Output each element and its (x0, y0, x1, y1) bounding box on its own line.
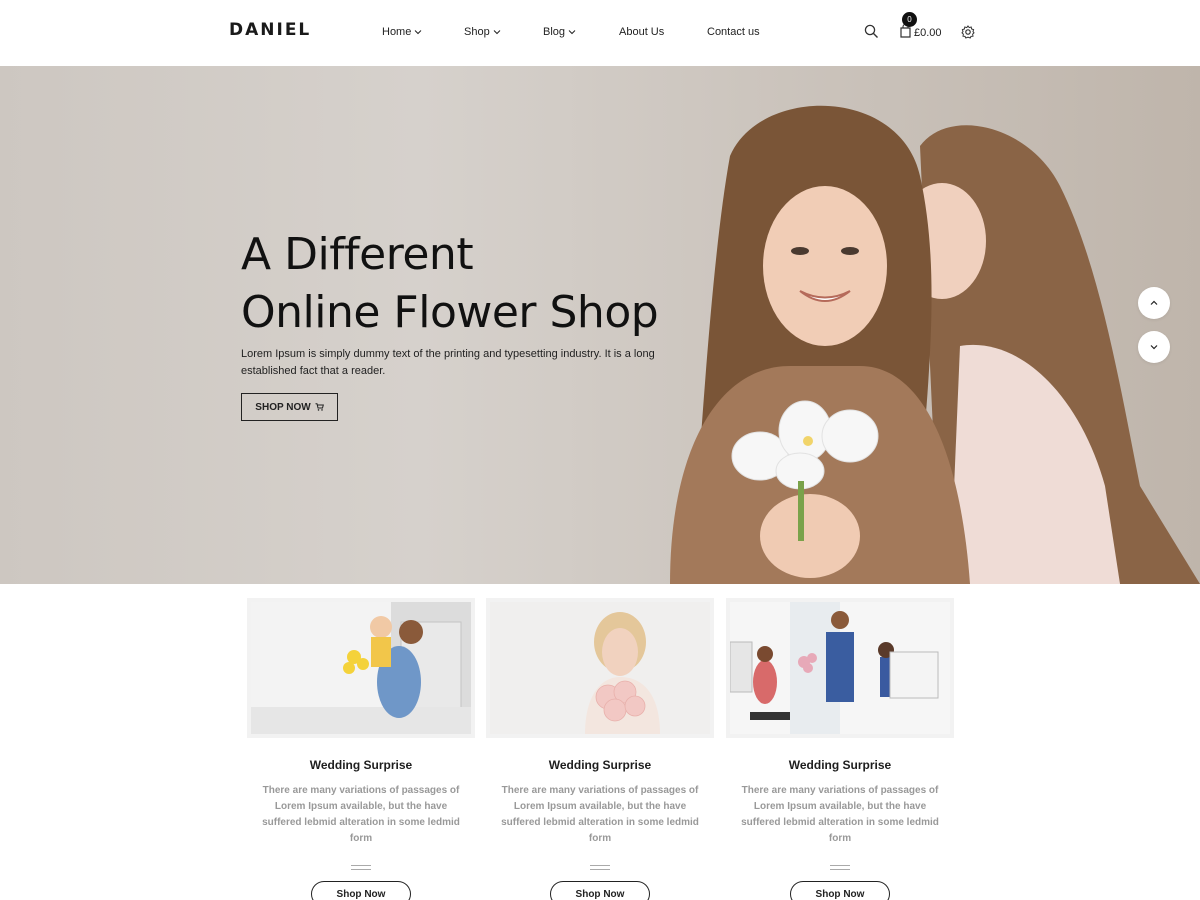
cart-icon (315, 403, 324, 411)
product-card: Wedding Surprise There are many variatio… (486, 598, 714, 900)
slider-prev-button[interactable] (1138, 287, 1170, 319)
hero-title: A Different Online Flower Shop (241, 226, 659, 342)
card-photo (490, 602, 710, 734)
card-description: There are many variations of passages of… (501, 785, 699, 844)
nav-label: Blog (543, 26, 566, 38)
card-image[interactable] (486, 598, 714, 738)
nav-item-about[interactable]: About Us (619, 26, 664, 38)
card-title: Wedding Surprise (788, 758, 892, 772)
chevron-up-icon (1150, 300, 1158, 305)
card-image[interactable] (247, 598, 475, 738)
hero-banner: A Different Online Flower Shop Lorem Ips… (0, 66, 1200, 584)
chevron-down-icon (568, 30, 576, 35)
card-title: Wedding Surprise (548, 758, 652, 772)
chevron-down-icon (493, 30, 501, 35)
site-header: DANIEL Home Shop Blog About Us Contact u… (0, 0, 1200, 66)
hero-title-line-1: A Different (241, 229, 474, 280)
card-photo (251, 602, 471, 734)
slider-next-button[interactable] (1138, 331, 1170, 363)
card-shop-now-button[interactable]: Shop Now (790, 881, 890, 900)
card-shop-now-button[interactable]: Shop Now (311, 881, 411, 900)
cart-count-badge: 0 (902, 12, 917, 27)
nav-item-home[interactable]: Home (382, 26, 422, 38)
site-logo[interactable]: DANIEL (229, 20, 311, 40)
chevron-down-icon (1150, 345, 1158, 350)
card-shop-now-button[interactable]: Shop Now (550, 881, 650, 900)
nav-item-shop[interactable]: Shop (464, 26, 501, 38)
nav-item-blog[interactable]: Blog (543, 26, 576, 38)
card-divider (830, 865, 850, 870)
chevron-down-icon (414, 30, 422, 35)
card-divider (351, 865, 371, 870)
card-description: There are many variations of passages of… (741, 785, 939, 844)
search-icon[interactable] (864, 24, 879, 39)
shop-now-button[interactable]: SHOP NOW (241, 393, 338, 421)
shop-now-label: SHOP NOW (255, 401, 311, 413)
card-description: There are many variations of passages of… (262, 785, 460, 844)
hero-description: Lorem Ipsum is simply dummy text of the … (241, 348, 655, 377)
hero-title-line-2: Online Flower Shop (241, 287, 659, 338)
card-image[interactable] (726, 598, 954, 738)
product-card: Wedding Surprise There are many variatio… (726, 598, 954, 900)
card-divider (590, 865, 610, 870)
gear-icon[interactable] (961, 25, 975, 39)
cart-total[interactable]: £0.00 (914, 27, 942, 39)
card-title: Wedding Surprise (309, 758, 413, 772)
nav-label: Shop (464, 26, 490, 38)
nav-label: Home (382, 26, 412, 38)
card-photo (730, 602, 950, 734)
nav-label: About Us (619, 26, 665, 38)
nav-label: Contact us (707, 26, 760, 38)
nav-item-contact[interactable]: Contact us (707, 26, 760, 38)
product-card: Wedding Surprise There are many variatio… (247, 598, 475, 900)
